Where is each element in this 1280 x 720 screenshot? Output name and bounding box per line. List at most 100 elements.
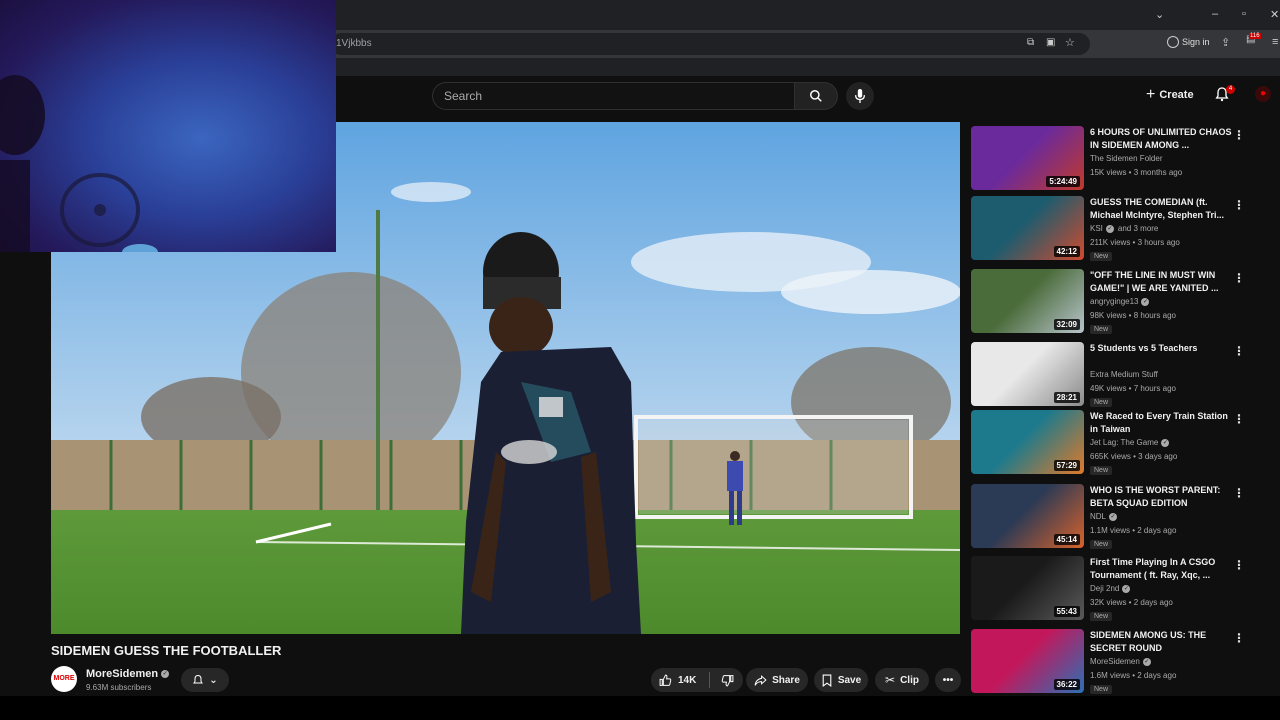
share-page-icon[interactable]: ⇪ [1221,36,1230,49]
like-button[interactable]: 14K [659,674,696,687]
duration-badge: 32:09 [1053,319,1080,330]
recommended-video-title[interactable]: We Raced to Every Train Station in Taiwa… [1090,410,1232,436]
more-options-icon[interactable]: ⋮ [1233,344,1245,358]
recommended-video-title[interactable]: 6 HOURS OF UNLIMITED CHAOS IN SIDEMEN AM… [1090,126,1232,152]
duration-badge: 28:21 [1053,392,1080,403]
recommended-channel-name: Jet Lag: The Game [1090,438,1159,447]
recommended-channel[interactable]: angryginge13 ✓ [1090,297,1150,306]
sign-in-button[interactable]: Sign in [1167,36,1210,48]
view-count-and-date: 1.6M views • 2 days ago [1090,671,1177,680]
dislike-button[interactable] [721,674,734,687]
address-bar-url: 1Vjkbbs [336,38,372,49]
recommended-channel[interactable]: Jet Lag: The Game ✓ [1090,438,1170,447]
video-thumbnail[interactable]: 45:14 [971,484,1084,548]
more-options-icon[interactable]: ⋮ [1233,271,1245,285]
recommended-video[interactable]: 55:43 First Time Playing In A CSGO Tourna… [971,556,1271,624]
recommended-video-title[interactable]: GUESS THE COMEDIAN (ft. Michael McIntyre… [1090,196,1232,222]
recommended-channel[interactable]: NDL ✓ [1090,512,1118,521]
recommended-channel[interactable]: Deji 2nd ✓ [1090,584,1131,593]
share-label: Share [772,674,800,686]
picture-in-picture-icon[interactable]: ⧉ [1027,37,1034,48]
video-thumbnail[interactable]: 57:29 [971,410,1084,474]
like-count: 14K [678,674,697,686]
verified-icon: ✓ [1141,297,1150,306]
more-actions-button[interactable]: ••• [935,668,961,692]
channel-name[interactable]: MoreSidemen ✓ [86,668,170,680]
share-button[interactable]: Share [746,668,808,692]
recommended-channel-name: Deji 2nd [1090,584,1120,593]
tab-list-chevron-icon[interactable]: ⌄ [1155,8,1164,21]
new-badge: New [1090,685,1113,694]
browser-menu-icon[interactable]: ≡ [1272,36,1278,48]
plus-icon: + [1146,86,1156,103]
recommended-channel-name: NDL [1090,512,1107,521]
recommended-video[interactable]: 42:12 GUESS THE COMEDIAN (ft. Michael McI… [971,196,1271,264]
more-options-icon[interactable]: ⋮ [1233,486,1245,500]
video-thumbnail[interactable]: 36:22 [971,629,1084,693]
recommended-video[interactable]: 32:09 "OFF THE LINE IN MUST WIN GAME!" | … [971,269,1271,337]
clip-label: Clip [900,674,919,686]
recommended-channel[interactable]: The Sidemen Folder [1090,154,1162,163]
taskbar [0,696,1280,720]
recommended-channel[interactable]: MoreSidemen ✓ [1090,657,1151,666]
thumbs-down-icon [722,674,734,686]
install-app-icon[interactable]: ▣ [1046,37,1055,48]
more-horizontal-icon: ••• [942,674,954,686]
search-button[interactable] [794,82,838,110]
view-count-and-date: 665K views • 3 days ago [1090,452,1178,461]
video-title: SIDEMEN GUESS THE FOOTBALLER [51,643,282,658]
recommended-channel-name: KSI [1090,224,1103,233]
verified-icon: ✓ [1105,224,1114,233]
like-dislike-group: 14K [651,668,743,692]
recommended-video[interactable]: 36:22 SIDEMEN AMONG US: THE SECRET ROUND M… [971,629,1271,697]
recommended-channel[interactable]: Extra Medium Stuff [1090,370,1158,379]
recommended-video-title[interactable]: First Time Playing In A CSGO Tournament … [1090,556,1232,582]
new-badge: New [1090,466,1113,475]
video-thumbnail[interactable]: 42:12 [971,196,1084,260]
recommended-video[interactable]: 57:29 We Raced to Every Train Station in … [971,410,1271,478]
verified-icon: ✓ [1109,512,1118,521]
new-badge: New [1090,398,1113,407]
recommended-video-title[interactable]: "OFF THE LINE IN MUST WIN GAME!" | WE AR… [1090,269,1232,295]
more-options-icon[interactable]: ⋮ [1233,198,1245,212]
video-thumbnail[interactable]: 5:24:49 [971,126,1084,190]
verified-icon: ✓ [1161,438,1170,447]
recommended-video-title[interactable]: WHO IS THE WORST PARENT: BETA SQUAD EDIT… [1090,484,1232,510]
video-thumbnail[interactable]: 28:21 [971,342,1084,406]
video-thumbnail[interactable]: 55:43 [971,556,1084,620]
more-options-icon[interactable]: ⋮ [1233,128,1245,142]
divider [709,672,711,688]
account-avatar[interactable]: ● [1255,86,1271,102]
recommended-video-title[interactable]: 5 Students vs 5 Teachers [1090,342,1232,355]
chevron-down-icon: ⌄ [209,674,218,686]
recommended-channel[interactable]: KSI ✓ and 3 more [1090,224,1158,233]
video-thumbnail[interactable]: 32:09 [971,269,1084,333]
bookmark-star-icon[interactable]: ☆ [1065,36,1075,49]
subscription-bell-button[interactable]: ⌄ [181,668,229,692]
clip-button[interactable]: ✂ Clip [875,668,929,692]
recommended-video[interactable]: 28:21 5 Students vs 5 Teachers Extra Mediu… [971,342,1271,410]
recommended-video-title[interactable]: SIDEMEN AMONG US: THE SECRET ROUND [1090,629,1232,655]
verified-icon: ✓ [1122,584,1131,593]
view-count-and-date: 211K views • 3 hours ago [1090,238,1180,247]
search-placeholder: Search [444,89,483,103]
recommended-video[interactable]: 5:24:49 6 HOURS OF UNLIMITED CHAOS IN SID… [971,126,1271,194]
view-count-and-date: 1.1M views • 2 days ago [1090,526,1177,535]
verified-icon: ✓ [1142,657,1151,666]
close-window-icon[interactable]: ✕ [1270,8,1279,21]
duration-badge: 5:24:49 [1046,176,1080,187]
minimize-icon[interactable]: – [1212,8,1218,20]
more-options-icon[interactable]: ⋮ [1233,412,1245,426]
more-options-icon[interactable]: ⋮ [1233,558,1245,572]
channel-avatar[interactable]: MORE [51,666,77,692]
save-bookmark-icon [822,674,832,687]
restore-icon[interactable]: ▫ [1242,8,1246,20]
address-bar[interactable] [330,33,1090,55]
save-label: Save [837,674,862,686]
create-button[interactable]: + Create [1146,86,1194,104]
voice-search-button[interactable] [846,82,874,110]
more-options-icon[interactable]: ⋮ [1233,631,1245,645]
search-input[interactable] [432,82,795,110]
save-button[interactable]: Save [814,668,868,692]
recommended-video[interactable]: 45:14 WHO IS THE WORST PARENT: BETA SQUAD… [971,484,1271,552]
